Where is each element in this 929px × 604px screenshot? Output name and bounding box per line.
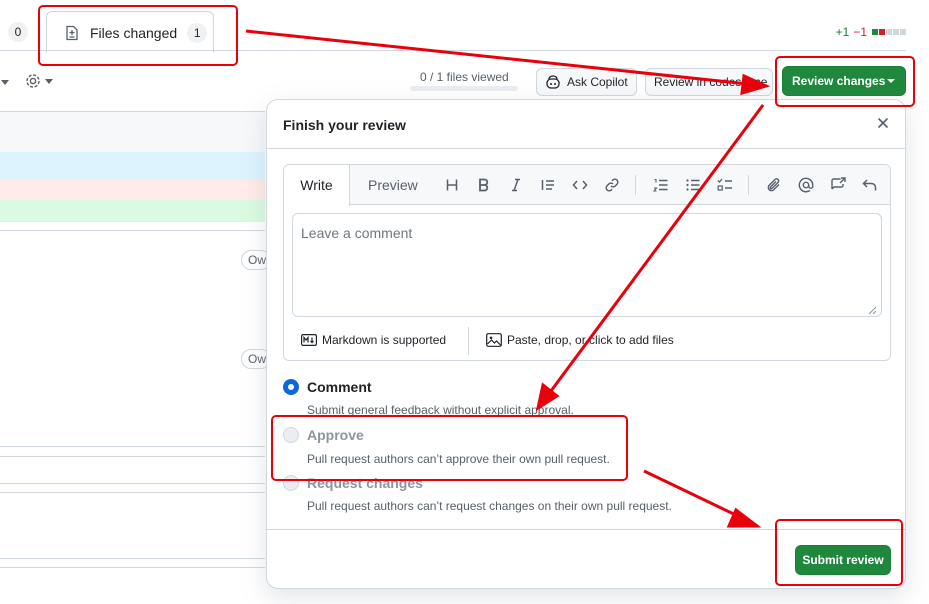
code-icon[interactable]	[572, 177, 588, 193]
attach-icon[interactable]	[766, 177, 782, 193]
diffstat-boxes	[871, 29, 906, 35]
task-list-icon[interactable]	[717, 177, 733, 193]
option-comment[interactable]: Comment	[283, 379, 372, 395]
comment-editor: Write Preview Leave a comment Markdown i…	[283, 164, 891, 361]
divider	[0, 230, 265, 231]
ask-copilot-button[interactable]: Ask Copilot	[536, 68, 637, 96]
chevron-down-icon[interactable]	[0, 80, 10, 86]
option-comment-label: Comment	[307, 379, 372, 395]
settings-gear-button[interactable]	[24, 72, 53, 90]
divider	[0, 567, 265, 568]
link-icon[interactable]	[604, 177, 620, 193]
undo-icon[interactable]	[862, 177, 878, 193]
bold-icon[interactable]	[476, 177, 492, 193]
divider	[0, 492, 265, 493]
toolbar-divider	[635, 175, 636, 195]
close-icon[interactable]	[875, 115, 891, 131]
diffstat: +1 −1	[836, 25, 906, 39]
editor-toolbar: Write Preview	[284, 165, 890, 206]
divider	[0, 558, 265, 559]
markdown-icon	[301, 334, 317, 346]
quote-icon[interactable]	[540, 177, 556, 193]
tab-conversation-count: 0	[8, 22, 28, 42]
annotation-box-approve	[271, 415, 628, 481]
comment-textarea[interactable]: Leave a comment	[292, 213, 882, 317]
annotation-box-files-changed	[38, 5, 238, 66]
divider	[267, 148, 905, 149]
finish-review-dialog: Finish your review Write Preview Leave a…	[266, 99, 906, 589]
files-viewed-text: 0 / 1 files viewed	[420, 70, 509, 84]
diffstat-removed: −1	[853, 25, 867, 39]
files-viewed-progress	[410, 86, 518, 91]
copilot-icon	[545, 74, 561, 90]
radio-comment[interactable]	[283, 379, 299, 395]
diff-deleted-row	[0, 180, 265, 200]
divider	[468, 327, 469, 355]
diff-added-row	[0, 200, 265, 222]
resize-handle-icon[interactable]	[868, 306, 877, 315]
attach-files-button[interactable]: Paste, drop, or click to add files	[486, 333, 674, 347]
tab-preview[interactable]: Preview	[368, 165, 418, 205]
option-request-changes-desc: Pull request authors can’t request chang…	[307, 499, 672, 513]
annotation-box-review-changes	[775, 56, 915, 107]
review-in-codespace-button[interactable]: Review in codespace	[645, 68, 773, 96]
diff-hunk-row	[0, 152, 265, 180]
unordered-list-icon[interactable]	[685, 177, 701, 193]
italic-icon[interactable]	[508, 177, 524, 193]
editor-footer: Markdown is supported Paste, drop, or cl…	[284, 323, 890, 359]
review-in-codespace-label: Review in codespace	[654, 75, 768, 89]
annotation-box-submit	[775, 519, 903, 586]
divider	[0, 446, 265, 447]
diffstat-added: +1	[835, 25, 850, 39]
file-header	[0, 112, 265, 152]
ordered-list-icon[interactable]	[653, 177, 669, 193]
toolbar-divider	[748, 175, 749, 195]
markdown-supported-link[interactable]: Markdown is supported	[301, 333, 446, 347]
gear-icon	[24, 72, 42, 90]
markdown-note: Markdown is supported	[322, 333, 447, 347]
divider	[0, 456, 265, 457]
heading-icon[interactable]	[444, 177, 460, 193]
mention-icon[interactable]	[798, 177, 814, 193]
divider	[0, 483, 265, 484]
cross-reference-icon[interactable]	[830, 177, 846, 193]
image-icon	[486, 333, 502, 347]
ask-copilot-label: Ask Copilot	[567, 75, 628, 89]
tab-write[interactable]: Write	[284, 165, 350, 206]
dialog-title: Finish your review	[283, 117, 406, 133]
attach-note: Paste, drop, or click to add files	[507, 333, 674, 347]
